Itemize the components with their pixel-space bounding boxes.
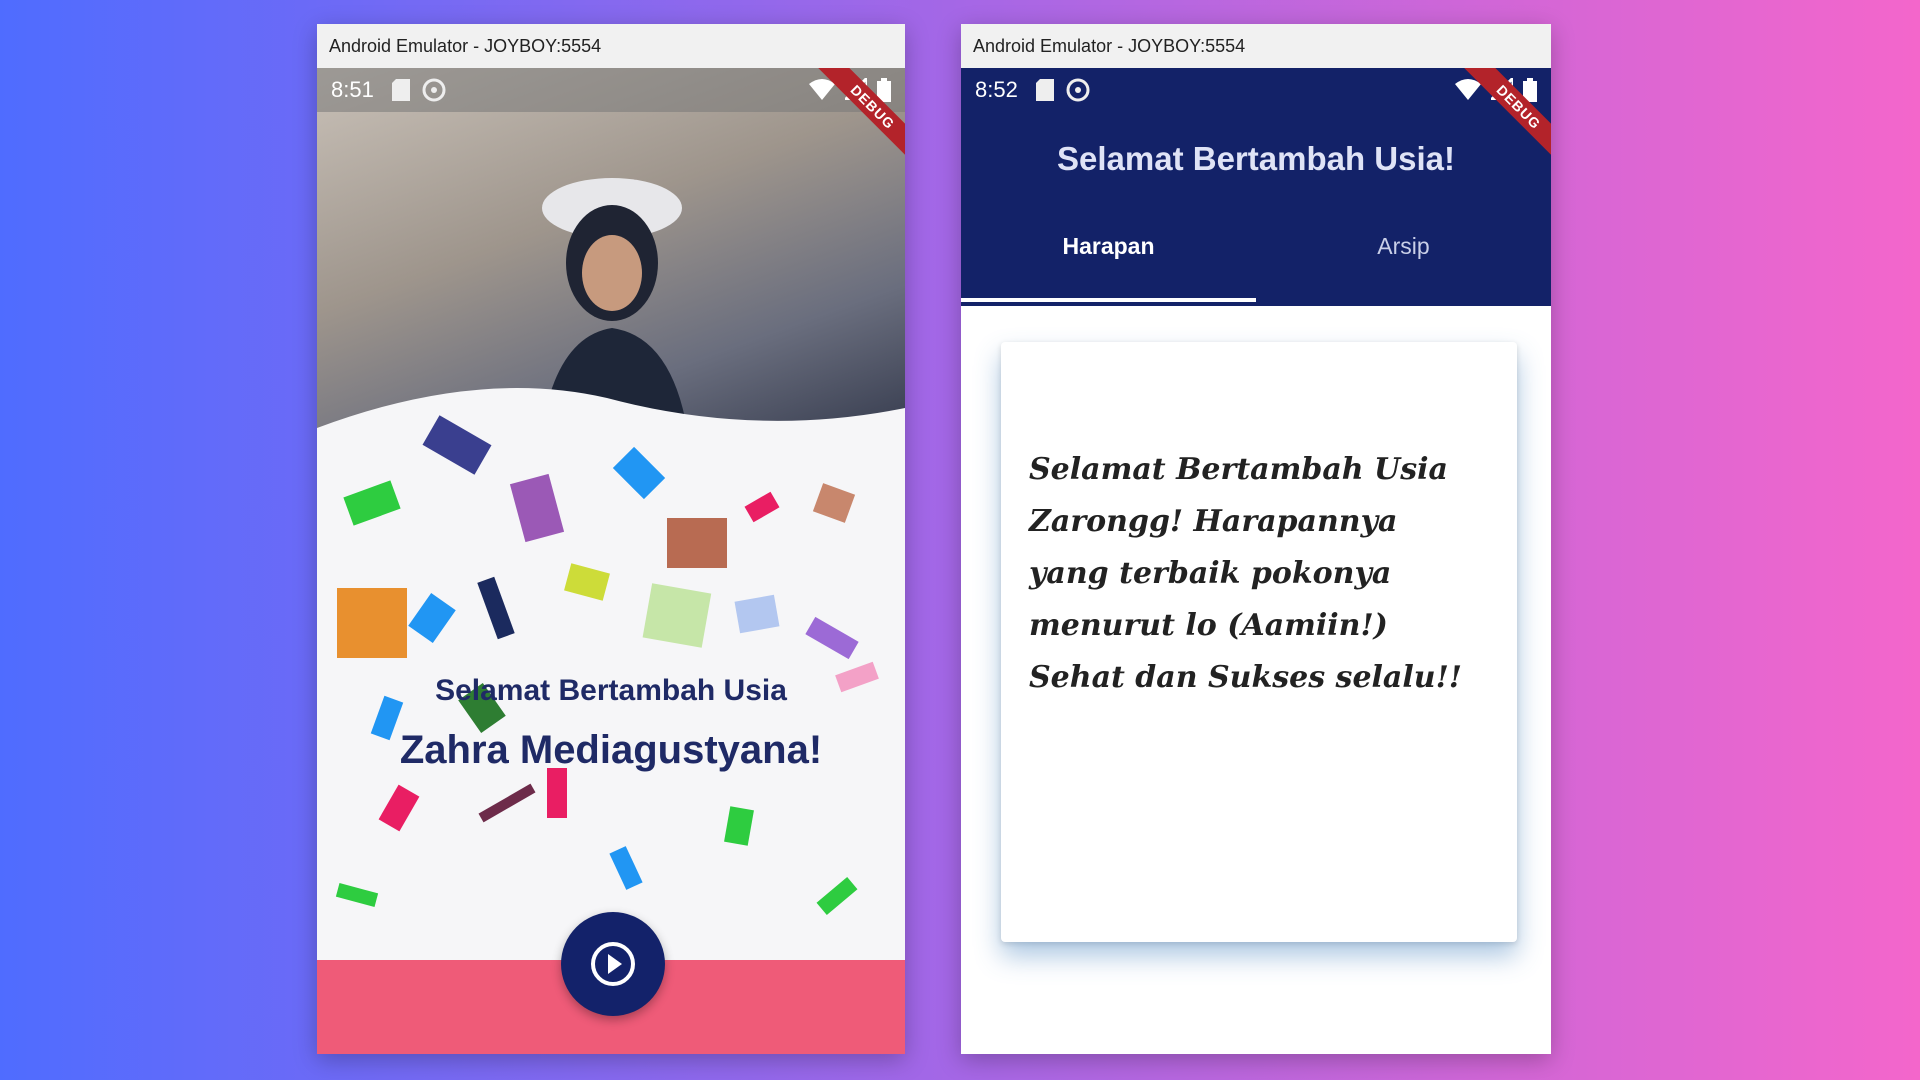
window-titlebar: Android Emulator - JOYBOY:5554 <box>317 24 905 68</box>
sd-card-icon <box>1035 79 1054 101</box>
status-time: 8:51 <box>331 77 374 102</box>
app-bar-title: Selamat Bertambah Usia! <box>1057 140 1455 177</box>
play-button[interactable] <box>561 912 665 1016</box>
window-title: Android Emulator - JOYBOY:5554 <box>329 35 602 56</box>
tab-content: Selamat Bertambah Usia Zarongg! Harapann… <box>961 308 1551 1054</box>
wish-card: Selamat Bertambah Usia Zarongg! Harapann… <box>1001 342 1517 942</box>
emulator-window-right: Android Emulator - JOYBOY:5554 Selamat B… <box>961 24 1551 1054</box>
phone-screen: Selamat Bertambah Usia Zahra Mediagustya… <box>317 68 905 1054</box>
status-bar: 8:52 <box>961 68 1551 112</box>
sync-icon <box>1066 78 1090 102</box>
status-bar: 8:51 <box>317 68 905 112</box>
window-title: Android Emulator - JOYBOY:5554 <box>973 35 1246 56</box>
tab-arsip[interactable]: Arsip <box>1256 218 1551 274</box>
status-time: 8:52 <box>975 77 1018 102</box>
play-circle-icon <box>591 942 635 986</box>
greeting-name: Zahra Mediagustyana! <box>399 728 823 772</box>
tab-bar: Harapan Arsip <box>961 218 1551 274</box>
phone-screen: Selamat Bertambah Usia! Harapan Arsip Se… <box>961 68 1551 1054</box>
tab-indicator <box>961 298 1256 302</box>
sync-icon <box>422 78 446 102</box>
emulator-window-left: Android Emulator - JOYBOY:5554 Selamat B… <box>317 24 905 1054</box>
window-titlebar: Android Emulator - JOYBOY:5554 <box>961 24 1551 68</box>
greeting-line-1: Selamat Bertambah Usia <box>435 674 787 707</box>
sd-card-icon <box>391 79 410 101</box>
wish-message: Selamat Bertambah Usia Zarongg! Harapann… <box>1029 452 1462 695</box>
tab-harapan[interactable]: Harapan <box>961 218 1256 274</box>
